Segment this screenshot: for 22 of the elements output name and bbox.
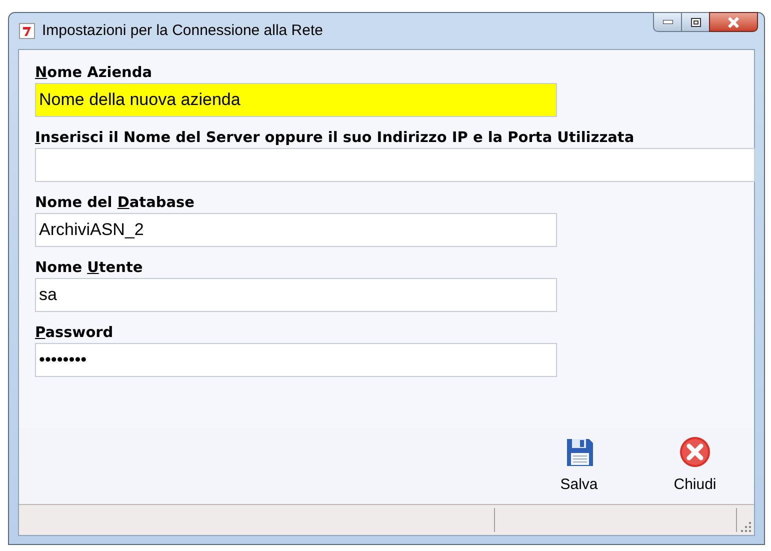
input-field[interactable]: sa xyxy=(35,278,557,312)
close-icon xyxy=(727,16,740,28)
input-field[interactable] xyxy=(35,148,755,182)
input-field[interactable]: •••••••• xyxy=(35,343,557,377)
input-field[interactable]: Nome della nuova azienda xyxy=(35,83,557,117)
minimize-icon xyxy=(662,20,672,24)
field-label: Inserisci il Nome del Server oppure il suo Indirizzo IP e la Porta Utilizzata xyxy=(35,129,634,148)
maximize-button[interactable] xyxy=(682,12,709,32)
field-label: Nome del Database xyxy=(35,194,195,213)
minimize-button[interactable] xyxy=(653,12,682,32)
field-label: Password xyxy=(35,324,114,343)
resize-grip-icon[interactable] xyxy=(741,522,751,532)
close-button[interactable]: Chiudi xyxy=(666,428,724,498)
save-button[interactable]: Salva xyxy=(550,428,608,498)
window-title: Impostazioni per la Connessione alla Rete xyxy=(42,20,323,41)
close-button[interactable] xyxy=(709,12,758,32)
field-label: Nome Utente xyxy=(35,259,143,278)
field-label: Nome Azienda xyxy=(35,64,152,83)
app-icon xyxy=(19,23,35,39)
input-field[interactable]: ArchiviASN_2 xyxy=(35,213,557,247)
maximize-icon xyxy=(690,18,700,26)
close-icon xyxy=(679,436,711,468)
